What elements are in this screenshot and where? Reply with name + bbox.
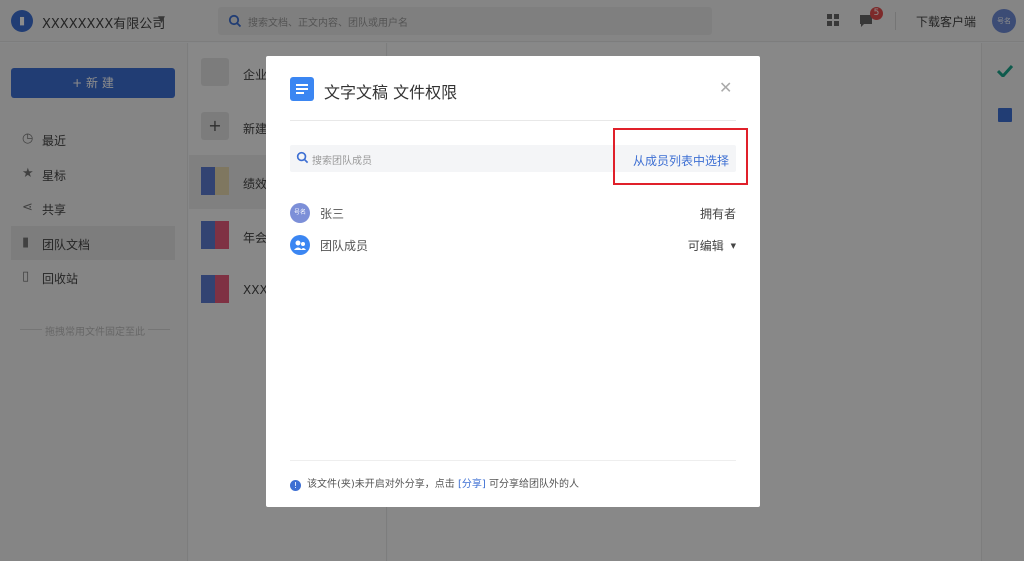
- pick-from-list-label: 从成员列表中选择: [633, 154, 730, 168]
- avatar: 号名: [290, 203, 310, 223]
- close-icon[interactable]: ✕: [719, 78, 732, 97]
- member-name: 张三: [320, 207, 345, 221]
- member-role: 拥有者: [699, 207, 736, 221]
- share-link[interactable]: [分享]: [458, 479, 486, 490]
- search-placeholder: 搜索团队成员: [312, 156, 372, 167]
- pick-from-member-list-button[interactable]: 从成员列表中选择: [613, 128, 748, 185]
- member-row: 号名 张三 拥有者: [290, 201, 736, 225]
- file-permission-dialog: 文字文稿 文件权限 ✕ 搜索团队成员 从成员列表中选择 号名 张三 拥有者 团队…: [266, 56, 760, 507]
- permission-dropdown[interactable]: 可编辑 ▼: [688, 237, 736, 254]
- search-icon: [296, 151, 309, 164]
- document-icon: [290, 77, 314, 101]
- divider: [290, 460, 736, 461]
- permission-dropdown-label: 可编辑: [687, 239, 724, 253]
- member-row: 团队成员 可编辑 ▼: [290, 233, 736, 257]
- info-icon: !: [290, 480, 301, 491]
- notice-text: 该文件(夹)未开启对外分享，点击: [307, 479, 455, 490]
- dialog-title: 文字文稿 文件权限: [324, 83, 458, 102]
- caret-down-icon: ▼: [730, 242, 736, 250]
- member-name: 团队成员: [320, 239, 369, 253]
- footer-notice: ! 该文件(夹)未开启对外分享，点击 [分享] 可分享给团队外的人: [290, 475, 579, 491]
- team-members-icon: [290, 235, 310, 255]
- divider: [290, 120, 736, 121]
- notice-text: 可分享给团队外的人: [489, 479, 579, 490]
